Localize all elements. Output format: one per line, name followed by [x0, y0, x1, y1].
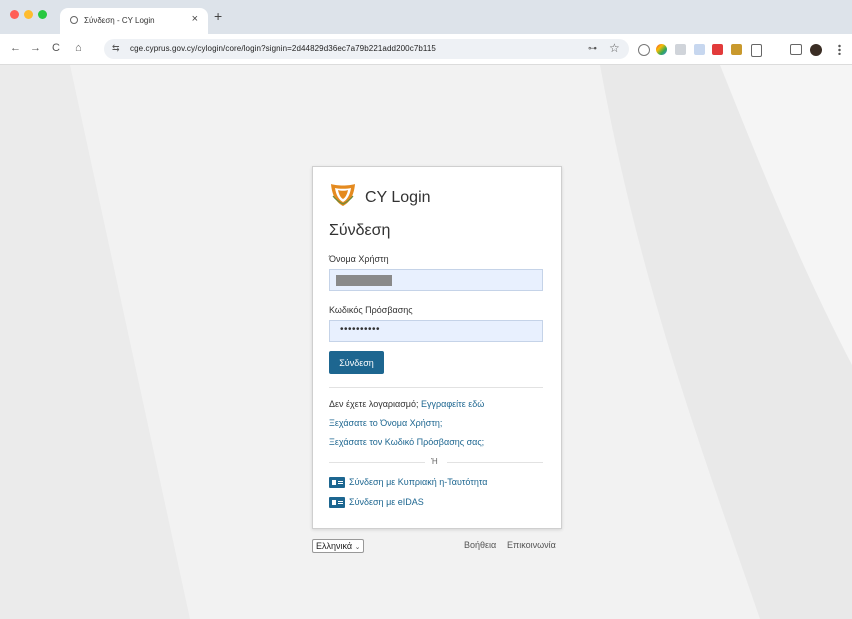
extension-icon[interactable]	[638, 44, 650, 56]
tab-close-button[interactable]: ×	[192, 13, 198, 25]
username-input[interactable]	[329, 269, 543, 291]
eidas-login-link[interactable]: Σύνδεση με eIDAS	[329, 497, 424, 509]
login-card: CY Login Σύνδεση Όνομα Χρήστη Κωδικός Πρ…	[312, 166, 562, 529]
register-row: Δεν έχετε λογαριασμό; Εγγραφείτε εδώ	[329, 399, 484, 409]
password-label: Κωδικός Πρόσβασης	[329, 305, 413, 315]
cyprus-emblem-icon	[331, 184, 355, 206]
help-link[interactable]: Βοήθεια	[464, 540, 496, 550]
id-card-icon	[329, 477, 345, 489]
back-button[interactable]: ←	[10, 42, 21, 54]
language-value: Ελληνικά	[316, 541, 353, 551]
language-select[interactable]: Ελληνικά ⌄	[312, 539, 364, 553]
login-button[interactable]: Σύνδεση	[329, 351, 384, 374]
password-value: ••••••••••	[340, 324, 381, 335]
browser-toolbar: ← → C ⌂ ⇆ cge.cyprus.gov.cy/cylogin/core…	[0, 34, 852, 65]
profile-avatar[interactable]	[810, 44, 822, 56]
browser-tab-bar: Σύνδεση - CY Login × +	[0, 0, 852, 34]
eidas-label: Σύνδεση με eIDAS	[349, 497, 424, 507]
new-tab-button[interactable]: +	[214, 8, 222, 24]
extension-icon[interactable]	[675, 44, 686, 55]
brand-name: CY Login	[365, 189, 431, 206]
id-card-icon	[329, 497, 345, 509]
site-settings-icon[interactable]: ⇆	[112, 43, 120, 54]
browser-tab[interactable]: Σύνδεση - CY Login ×	[60, 8, 208, 34]
menu-icon[interactable]	[838, 44, 841, 55]
url-text[interactable]: cge.cyprus.gov.cy/cylogin/core/login?sig…	[130, 44, 436, 53]
password-input[interactable]: ••••••••••	[329, 320, 543, 342]
maximize-window-button[interactable]	[38, 10, 47, 19]
forward-button[interactable]: →	[30, 42, 41, 54]
or-divider-right	[447, 462, 543, 463]
cyprus-id-label: Σύνδεση με Κυπριακή η-Ταυτότητα	[349, 477, 488, 487]
minimize-window-button[interactable]	[24, 10, 33, 19]
close-window-button[interactable]	[10, 10, 19, 19]
password-key-icon[interactable]: ⊶	[588, 43, 597, 54]
sidepanel-icon[interactable]	[790, 44, 802, 55]
bookmark-star-icon[interactable]: ☆	[609, 41, 620, 55]
extension-icon[interactable]	[751, 44, 762, 57]
divider	[329, 387, 543, 388]
forgot-username-link[interactable]: Ξεχάσατε το Όνομα Χρήστη;	[329, 418, 442, 428]
register-link[interactable]: Εγγραφείτε εδώ	[421, 399, 484, 409]
extension-icon[interactable]	[694, 44, 705, 55]
address-bar[interactable]: ⇆ cge.cyprus.gov.cy/cylogin/core/login?s…	[104, 39, 629, 59]
extension-icon[interactable]	[712, 44, 723, 55]
no-account-text: Δεν έχετε λογαριασμό;	[329, 399, 419, 409]
cyprus-id-login-link[interactable]: Σύνδεση με Κυπριακή η-Ταυτότητα	[329, 477, 488, 489]
globe-icon	[70, 16, 78, 24]
extension-icon[interactable]	[731, 44, 742, 55]
username-label: Όνομα Χρήστη	[329, 254, 389, 264]
contact-link[interactable]: Επικοινωνία	[507, 540, 556, 550]
page-content: CY Login Σύνδεση Όνομα Χρήστη Κωδικός Πρ…	[0, 65, 852, 619]
or-divider-left	[329, 462, 425, 463]
login-heading: Σύνδεση	[329, 222, 391, 239]
tab-title: Σύνδεση - CY Login	[84, 16, 155, 25]
home-button[interactable]: ⌂	[75, 42, 82, 54]
redacted-username	[336, 275, 392, 286]
or-separator: Ή	[431, 457, 438, 466]
chevron-down-icon: ⌄	[354, 544, 361, 551]
extension-icon[interactable]	[656, 44, 667, 55]
reload-button[interactable]: C	[52, 42, 60, 54]
forgot-password-link[interactable]: Ξεχάσατε τον Κωδικό Πρόσβασης σας;	[329, 437, 484, 447]
